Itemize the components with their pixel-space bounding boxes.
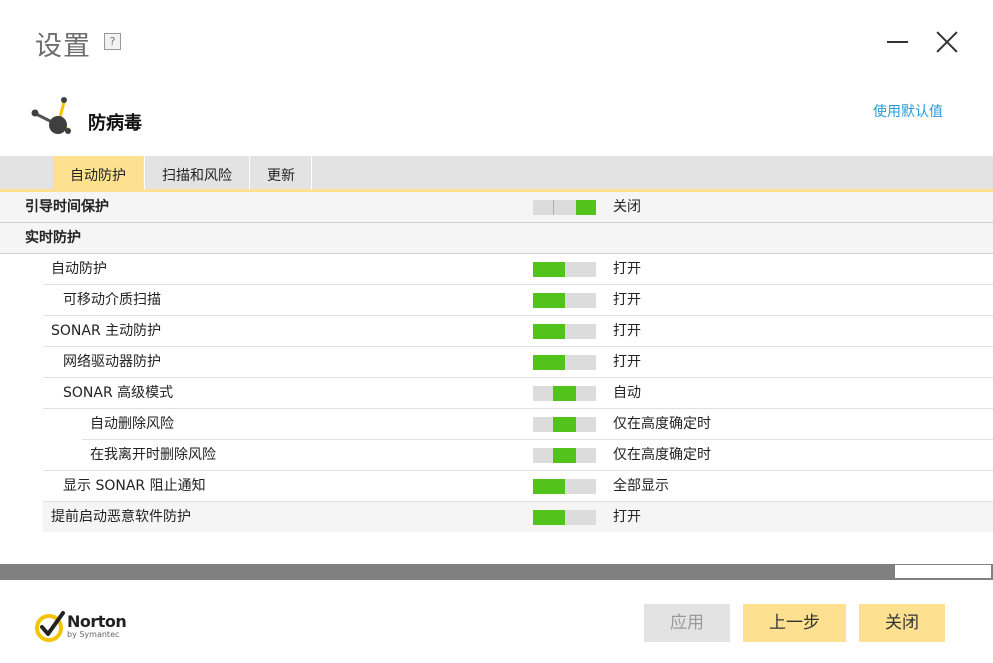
setting-state: 打开: [613, 323, 641, 339]
setting-state: 自动: [613, 385, 641, 401]
setting-label: 显示 SONAR 阻止通知: [63, 478, 206, 494]
setting-state: 仅在高度确定时: [613, 447, 711, 463]
group-label: 实时防护: [25, 230, 81, 246]
antivirus-icon: [31, 97, 71, 134]
switch-fill: [553, 417, 576, 432]
setting-label: 引导时间保护: [25, 199, 109, 215]
norton-logo: Norton by Symantec: [34, 609, 144, 645]
switch-fill: [553, 448, 576, 463]
toggle-switch[interactable]: [533, 355, 596, 370]
switch-fill: [533, 479, 565, 494]
settings-row: 提前启动恶意软件防护 打开: [43, 502, 993, 532]
toggle-switch[interactable]: [533, 448, 596, 463]
use-defaults-link[interactable]: 使用默认值: [873, 101, 943, 121]
close-icon[interactable]: [935, 30, 959, 54]
close-button[interactable]: 关闭: [859, 604, 945, 642]
setting-label: SONAR 主动防护: [51, 323, 162, 339]
switch-fill: [576, 200, 596, 215]
toggle-switch[interactable]: [533, 262, 596, 277]
switch-fill: [533, 355, 565, 370]
settings-row: 显示 SONAR 阻止通知 全部显示: [43, 471, 993, 501]
setting-state: 关闭: [613, 199, 641, 215]
setting-label: SONAR 高级模式: [63, 385, 174, 401]
setting-state: 仅在高度确定时: [613, 416, 711, 432]
settings-row: 在我离开时删除风险 仅在高度确定时: [82, 440, 993, 470]
toggle-switch[interactable]: [533, 293, 596, 308]
tab-scans-and-risks[interactable]: 扫描和风险: [144, 156, 250, 190]
minimize-icon[interactable]: [887, 41, 908, 43]
toggle-switch[interactable]: [533, 510, 596, 525]
norton-check-icon: [35, 611, 65, 642]
toggle-switch[interactable]: [533, 479, 596, 494]
tab-auto-protect[interactable]: 自动防护: [53, 156, 143, 190]
settings-row: 网络驱动器防护 打开: [43, 347, 993, 377]
setting-label: 可移动介质扫描: [63, 292, 161, 308]
switch-fill: [533, 510, 565, 525]
switch-fill: [533, 262, 565, 277]
brand-sub: by Symantec: [67, 630, 120, 639]
settings-row: SONAR 主动防护 打开: [43, 316, 993, 346]
tab-updates[interactable]: 更新: [251, 156, 312, 190]
switch-fill: [533, 324, 565, 339]
brand-name: Norton: [67, 612, 127, 631]
settings-row: 可移动介质扫描 打开: [43, 285, 993, 315]
switch-fill: [553, 386, 576, 401]
setting-state: 打开: [613, 509, 641, 525]
horizontal-scrollbar[interactable]: [0, 564, 993, 580]
settings-group-header: 实时防护: [0, 223, 993, 253]
setting-label: 自动删除风险: [90, 416, 174, 432]
apply-button[interactable]: 应用: [644, 604, 730, 642]
setting-state: 全部显示: [613, 478, 669, 494]
setting-state: 打开: [613, 292, 641, 308]
help-icon[interactable]: ?: [104, 33, 121, 50]
setting-state: 打开: [613, 354, 641, 370]
toggle-switch[interactable]: [533, 386, 596, 401]
setting-label: 自动防护: [51, 261, 107, 277]
section-title: 防病毒: [88, 113, 142, 134]
settings-row: SONAR 高级模式 自动: [43, 378, 993, 408]
setting-state: 打开: [613, 261, 641, 277]
settings-title: 设置: [35, 31, 91, 62]
scrollbar-thumb[interactable]: [895, 565, 991, 578]
back-button[interactable]: 上一步: [743, 604, 846, 642]
setting-label: 网络驱动器防护: [63, 354, 161, 370]
toggle-switch[interactable]: [533, 200, 596, 215]
setting-label: 提前启动恶意软件防护: [51, 509, 191, 525]
switch-divider: [553, 200, 554, 215]
switch-fill: [533, 293, 565, 308]
settings-row: 自动删除风险 仅在高度确定时: [82, 409, 993, 439]
settings-row: 引导时间保护 关闭: [0, 192, 993, 222]
toggle-switch[interactable]: [533, 417, 596, 432]
toggle-switch[interactable]: [533, 324, 596, 339]
settings-row: 自动防护 打开: [43, 254, 993, 284]
setting-label: 在我离开时删除风险: [90, 447, 216, 463]
